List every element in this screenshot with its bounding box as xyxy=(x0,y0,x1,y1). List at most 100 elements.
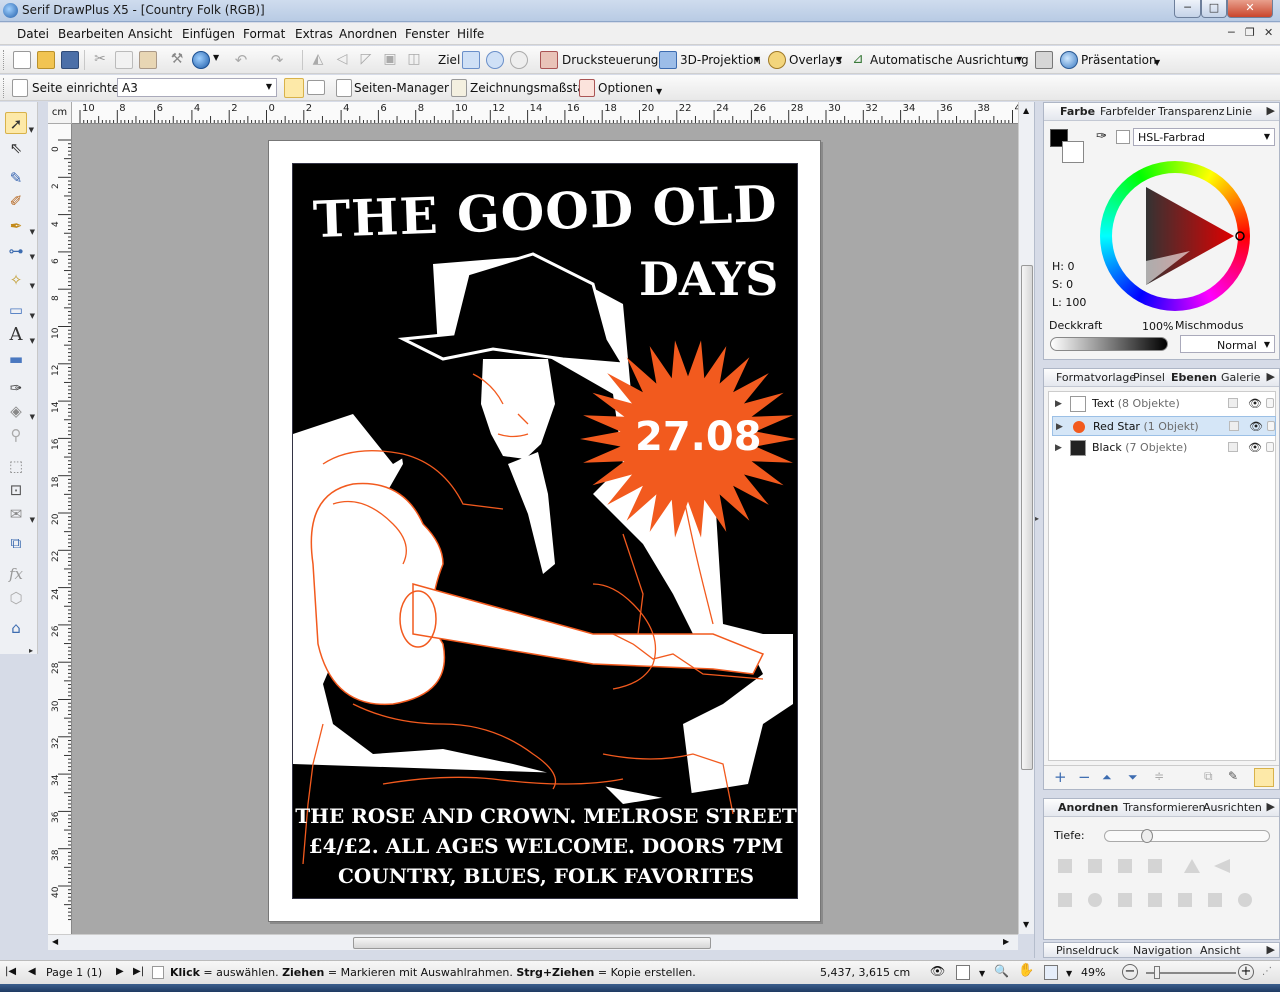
merge-layer-icon[interactable]: ≑ xyxy=(1154,769,1164,783)
tab-pinsel[interactable]: Pinsel xyxy=(1133,371,1165,384)
document-close-button[interactable]: ✕ xyxy=(1264,26,1273,39)
view-options-icon[interactable] xyxy=(956,965,970,980)
auto-align-button[interactable]: Automatische Ausrichtung xyxy=(870,53,1029,67)
zoom-slider[interactable] xyxy=(1146,966,1236,979)
document-restore-button[interactable]: ❐ xyxy=(1245,26,1255,39)
ungroup-icon[interactable]: ◫ xyxy=(405,51,423,69)
layer-print-toggle[interactable] xyxy=(1228,398,1238,408)
page-manager-icon[interactable] xyxy=(336,79,352,97)
flip-horizontal-icon[interactable]: ◭ xyxy=(309,51,327,69)
poster-artwork[interactable]: THE GOOD OLD DAYS 27.08 THE ROSE AND CRO… xyxy=(292,163,798,899)
tab-navigation[interactable]: Navigation xyxy=(1133,944,1192,957)
rotate-icon[interactable]: ◸ xyxy=(357,51,375,69)
page-indicator[interactable]: Page 1 (1) xyxy=(46,966,102,979)
maximize-button[interactable]: □ xyxy=(1201,0,1227,18)
menu-bearbeiten[interactable]: Bearbeiten xyxy=(58,27,124,41)
horizontal-ruler[interactable]: 10 8 6 4 2 0 2 4 6 8 10 12 14 16 18 20 22 24 26 28 30 32 34 36 3… xyxy=(72,102,1018,124)
tab-formatvorlage[interactable]: Formatvorlage xyxy=(1056,371,1136,384)
zoom-fit-dropdown-icon[interactable]: ▼ xyxy=(1066,969,1072,978)
no-color-swatch[interactable] xyxy=(1116,130,1130,144)
insert-picture-tool-icon[interactable]: ⌂ xyxy=(5,617,27,639)
pen-tool-icon[interactable]: ✒ ▼ xyxy=(5,215,35,237)
tab-anordnen[interactable]: Anordnen xyxy=(1058,801,1118,814)
toolbox-expand-icon[interactable]: ▸ xyxy=(26,640,36,662)
page-setup-button[interactable]: Seite einrichten xyxy=(32,81,127,95)
pointer-tool-icon[interactable]: ➚ ▼ xyxy=(5,112,34,134)
resize-grip-icon[interactable]: ⋰ xyxy=(1262,966,1272,977)
flip-vertical-icon[interactable]: ◁ xyxy=(333,51,351,69)
format-painter-icon[interactable]: ⚒ xyxy=(168,51,186,69)
layer-row-red-star[interactable]: ▶ Red Star (1 Objekt) 👁 xyxy=(1052,416,1276,436)
bottom-panel-menu-icon[interactable]: ▶ xyxy=(1267,943,1275,956)
tab-farbe[interactable]: Farbe xyxy=(1060,105,1095,118)
minimize-button[interactable]: ─ xyxy=(1174,0,1201,18)
tab-ausrichten[interactable]: Ausrichten xyxy=(1203,801,1262,814)
layers-panel-menu-icon[interactable]: ▶ xyxy=(1267,370,1275,383)
last-page-icon[interactable]: ▶| xyxy=(133,966,144,977)
drawing-scale-button[interactable]: Zeichnungsmaßstab xyxy=(470,81,592,95)
tab-galerie[interactable]: Galerie xyxy=(1221,371,1260,384)
menu-anordnen[interactable]: Anordnen xyxy=(339,27,397,41)
zoom-fit-icon[interactable] xyxy=(1044,965,1058,980)
shape-tool-icon[interactable]: ▭ ▼ xyxy=(5,299,35,321)
new-document-icon[interactable] xyxy=(13,51,31,69)
expand-layer-icon[interactable]: ▶ xyxy=(1055,438,1062,458)
ruler-unit[interactable]: cm xyxy=(48,102,72,124)
poster-date[interactable]: 27.08 xyxy=(635,414,762,460)
color-triangle[interactable] xyxy=(1100,161,1250,311)
drawing-scale-icon[interactable] xyxy=(451,79,467,97)
previous-page-icon[interactable]: ◀ xyxy=(28,966,36,977)
menu-datei[interactable]: Datei xyxy=(17,27,49,41)
color-wheel[interactable] xyxy=(1100,161,1250,311)
tab-farbfelder[interactable]: Farbfelder xyxy=(1100,105,1156,118)
menu-extras[interactable]: Extras xyxy=(295,27,333,41)
tab-transformieren[interactable]: Transformieren xyxy=(1123,801,1206,814)
view-options-dropdown-icon[interactable]: ▼ xyxy=(979,969,985,978)
menu-einfuegen[interactable]: Einfügen xyxy=(182,27,235,41)
redo-icon[interactable]: ↷ xyxy=(268,51,286,69)
copy-icon[interactable] xyxy=(115,51,133,69)
next-page-icon[interactable]: ▶ xyxy=(116,966,124,977)
subtract-shapes-icon[interactable] xyxy=(510,51,528,69)
opacity-slider[interactable] xyxy=(1050,337,1168,351)
tab-pinseldruck[interactable]: Pinseldruck xyxy=(1056,944,1119,957)
blend-mode-select[interactable]: Normal ▼ xyxy=(1180,335,1275,353)
fill-tool-icon[interactable]: ◈ ▼ xyxy=(5,400,35,422)
web-dropdown-arrow-icon[interactable]: ▼ xyxy=(213,53,219,62)
page-setup-icon[interactable] xyxy=(12,79,28,97)
add-layer-icon[interactable]: + xyxy=(1054,768,1067,786)
presentation-button[interactable]: Präsentation xyxy=(1081,53,1157,67)
zoom-out-icon[interactable]: − xyxy=(1122,964,1138,980)
splitter-collapse-icon[interactable]: ▸ xyxy=(1035,514,1039,523)
options-icon[interactable] xyxy=(579,79,595,97)
zoom-slider-thumb[interactable] xyxy=(1154,966,1160,979)
vertical-ruler[interactable]: 0 2 4 6 8 10 12 14 16 18 20 22 24 26 28 30 32 34 36 38 40 xyxy=(48,124,72,934)
3d-projection-button[interactable]: 3D-Projektion xyxy=(680,53,761,67)
drucksteuerung-icon[interactable] xyxy=(540,51,558,69)
tab-linie[interactable]: Linie xyxy=(1226,105,1252,118)
toolbar-gripper[interactable] xyxy=(3,78,6,98)
close-button[interactable]: ✕ xyxy=(1227,0,1273,18)
presentation-icon[interactable] xyxy=(1060,51,1078,69)
layer-row-text[interactable]: ▶ Text (8 Objekte) 👁 xyxy=(1052,394,1276,414)
scroll-down-icon[interactable]: ▼ xyxy=(1023,920,1029,929)
eraser-tool-icon[interactable]: ✧ ▼ xyxy=(5,269,35,291)
auto-align-icon[interactable]: ⊿ xyxy=(849,51,867,69)
depth-slider-thumb[interactable] xyxy=(1141,829,1153,843)
page[interactable]: THE GOOD OLD DAYS 27.08 THE ROSE AND CRO… xyxy=(268,140,821,922)
poster-title-line-2[interactable]: DAYS xyxy=(639,252,778,306)
print-icon[interactable] xyxy=(1035,51,1053,69)
color-picker-tool-icon[interactable]: ✑ xyxy=(5,377,27,399)
poster-venue-line[interactable]: THE ROSE AND CROWN. MELROSE STREET xyxy=(293,804,797,828)
poster-price-line[interactable]: £4/£2. ALL AGES WELCOME. DOORS 7PM xyxy=(293,834,797,858)
portrait-orientation-icon[interactable] xyxy=(284,78,304,98)
node-tool-icon[interactable]: ⇖ xyxy=(5,137,27,159)
poster-genre-line[interactable]: COUNTRY, BLUES, FOLK FAVORITES xyxy=(293,864,797,888)
preview-mode-icon[interactable]: 👁 xyxy=(930,964,945,978)
layer-properties-icon[interactable]: ⧉ xyxy=(1204,769,1213,784)
panel-splitter[interactable]: ▸ xyxy=(1034,102,1042,958)
eye-icon[interactable]: 👁 xyxy=(1249,417,1263,437)
web-icon[interactable] xyxy=(192,51,210,69)
horizontal-scrollbar[interactable]: ◀ ▶ xyxy=(48,934,1018,950)
page-size-select[interactable]: A3 ▼ xyxy=(117,78,277,97)
